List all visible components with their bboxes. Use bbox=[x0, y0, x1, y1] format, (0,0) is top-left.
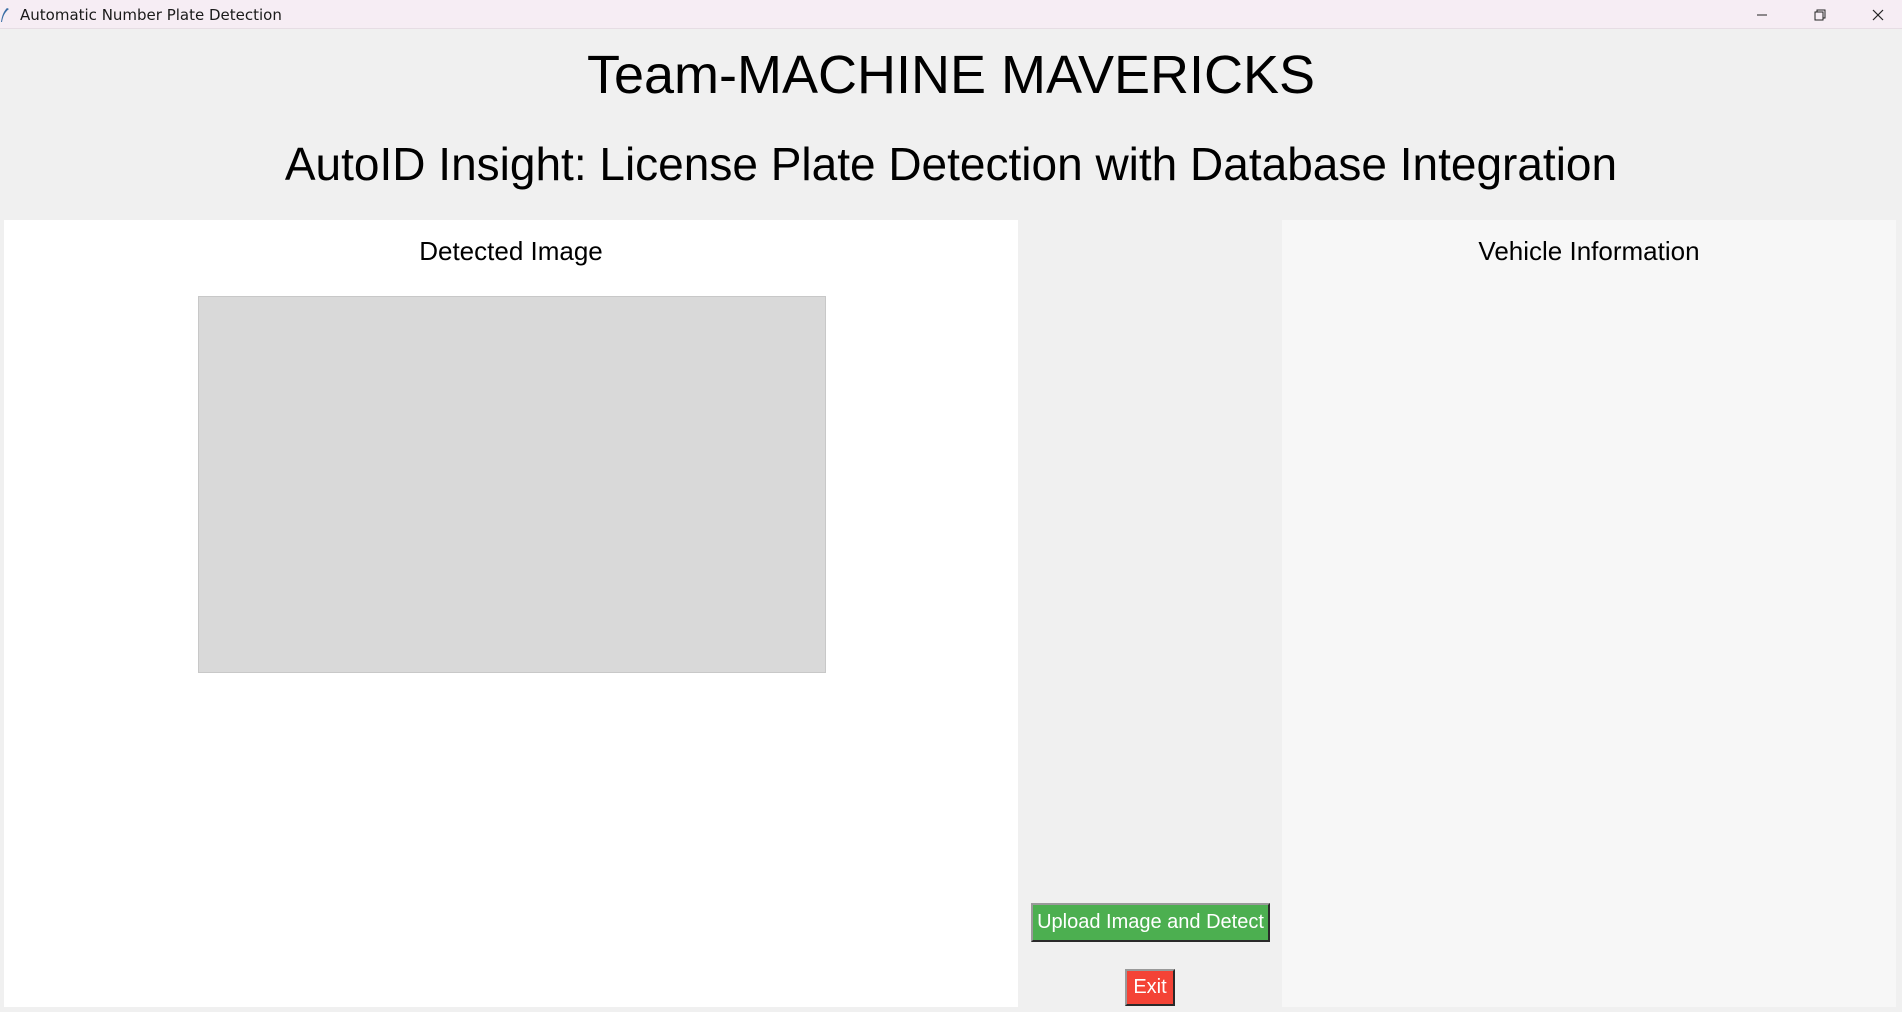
title-bar: Automatic Number Plate Detection bbox=[0, 0, 1902, 29]
close-window-button[interactable] bbox=[1849, 0, 1902, 29]
detected-image-title: Detected Image bbox=[419, 236, 603, 266]
team-heading: Team-MACHINE MAVERICKS bbox=[586, 45, 1316, 105]
restore-button[interactable] bbox=[1791, 0, 1849, 29]
detected-image-placeholder bbox=[198, 296, 826, 673]
detected-image-panel: Detected Image bbox=[4, 220, 1018, 1007]
restore-icon bbox=[1814, 9, 1826, 20]
vehicle-information-title: Vehicle Information bbox=[1478, 236, 1700, 266]
vehicle-information-panel: Vehicle Information bbox=[1282, 220, 1896, 1007]
minimize-button[interactable] bbox=[1733, 0, 1791, 29]
upload-and-detect-button[interactable]: Upload Image and Detect bbox=[1031, 903, 1270, 942]
app-window: Automatic Number Plate Detection Team-MA… bbox=[0, 0, 1902, 1012]
minimize-icon bbox=[1757, 14, 1767, 15]
app-subtitle: AutoID Insight: License Plate Detection … bbox=[284, 138, 1618, 190]
close-icon bbox=[1872, 9, 1884, 20]
window-title: Automatic Number Plate Detection bbox=[20, 6, 282, 24]
feather-app-icon bbox=[1, 8, 9, 22]
exit-button[interactable]: Exit bbox=[1125, 969, 1175, 1006]
